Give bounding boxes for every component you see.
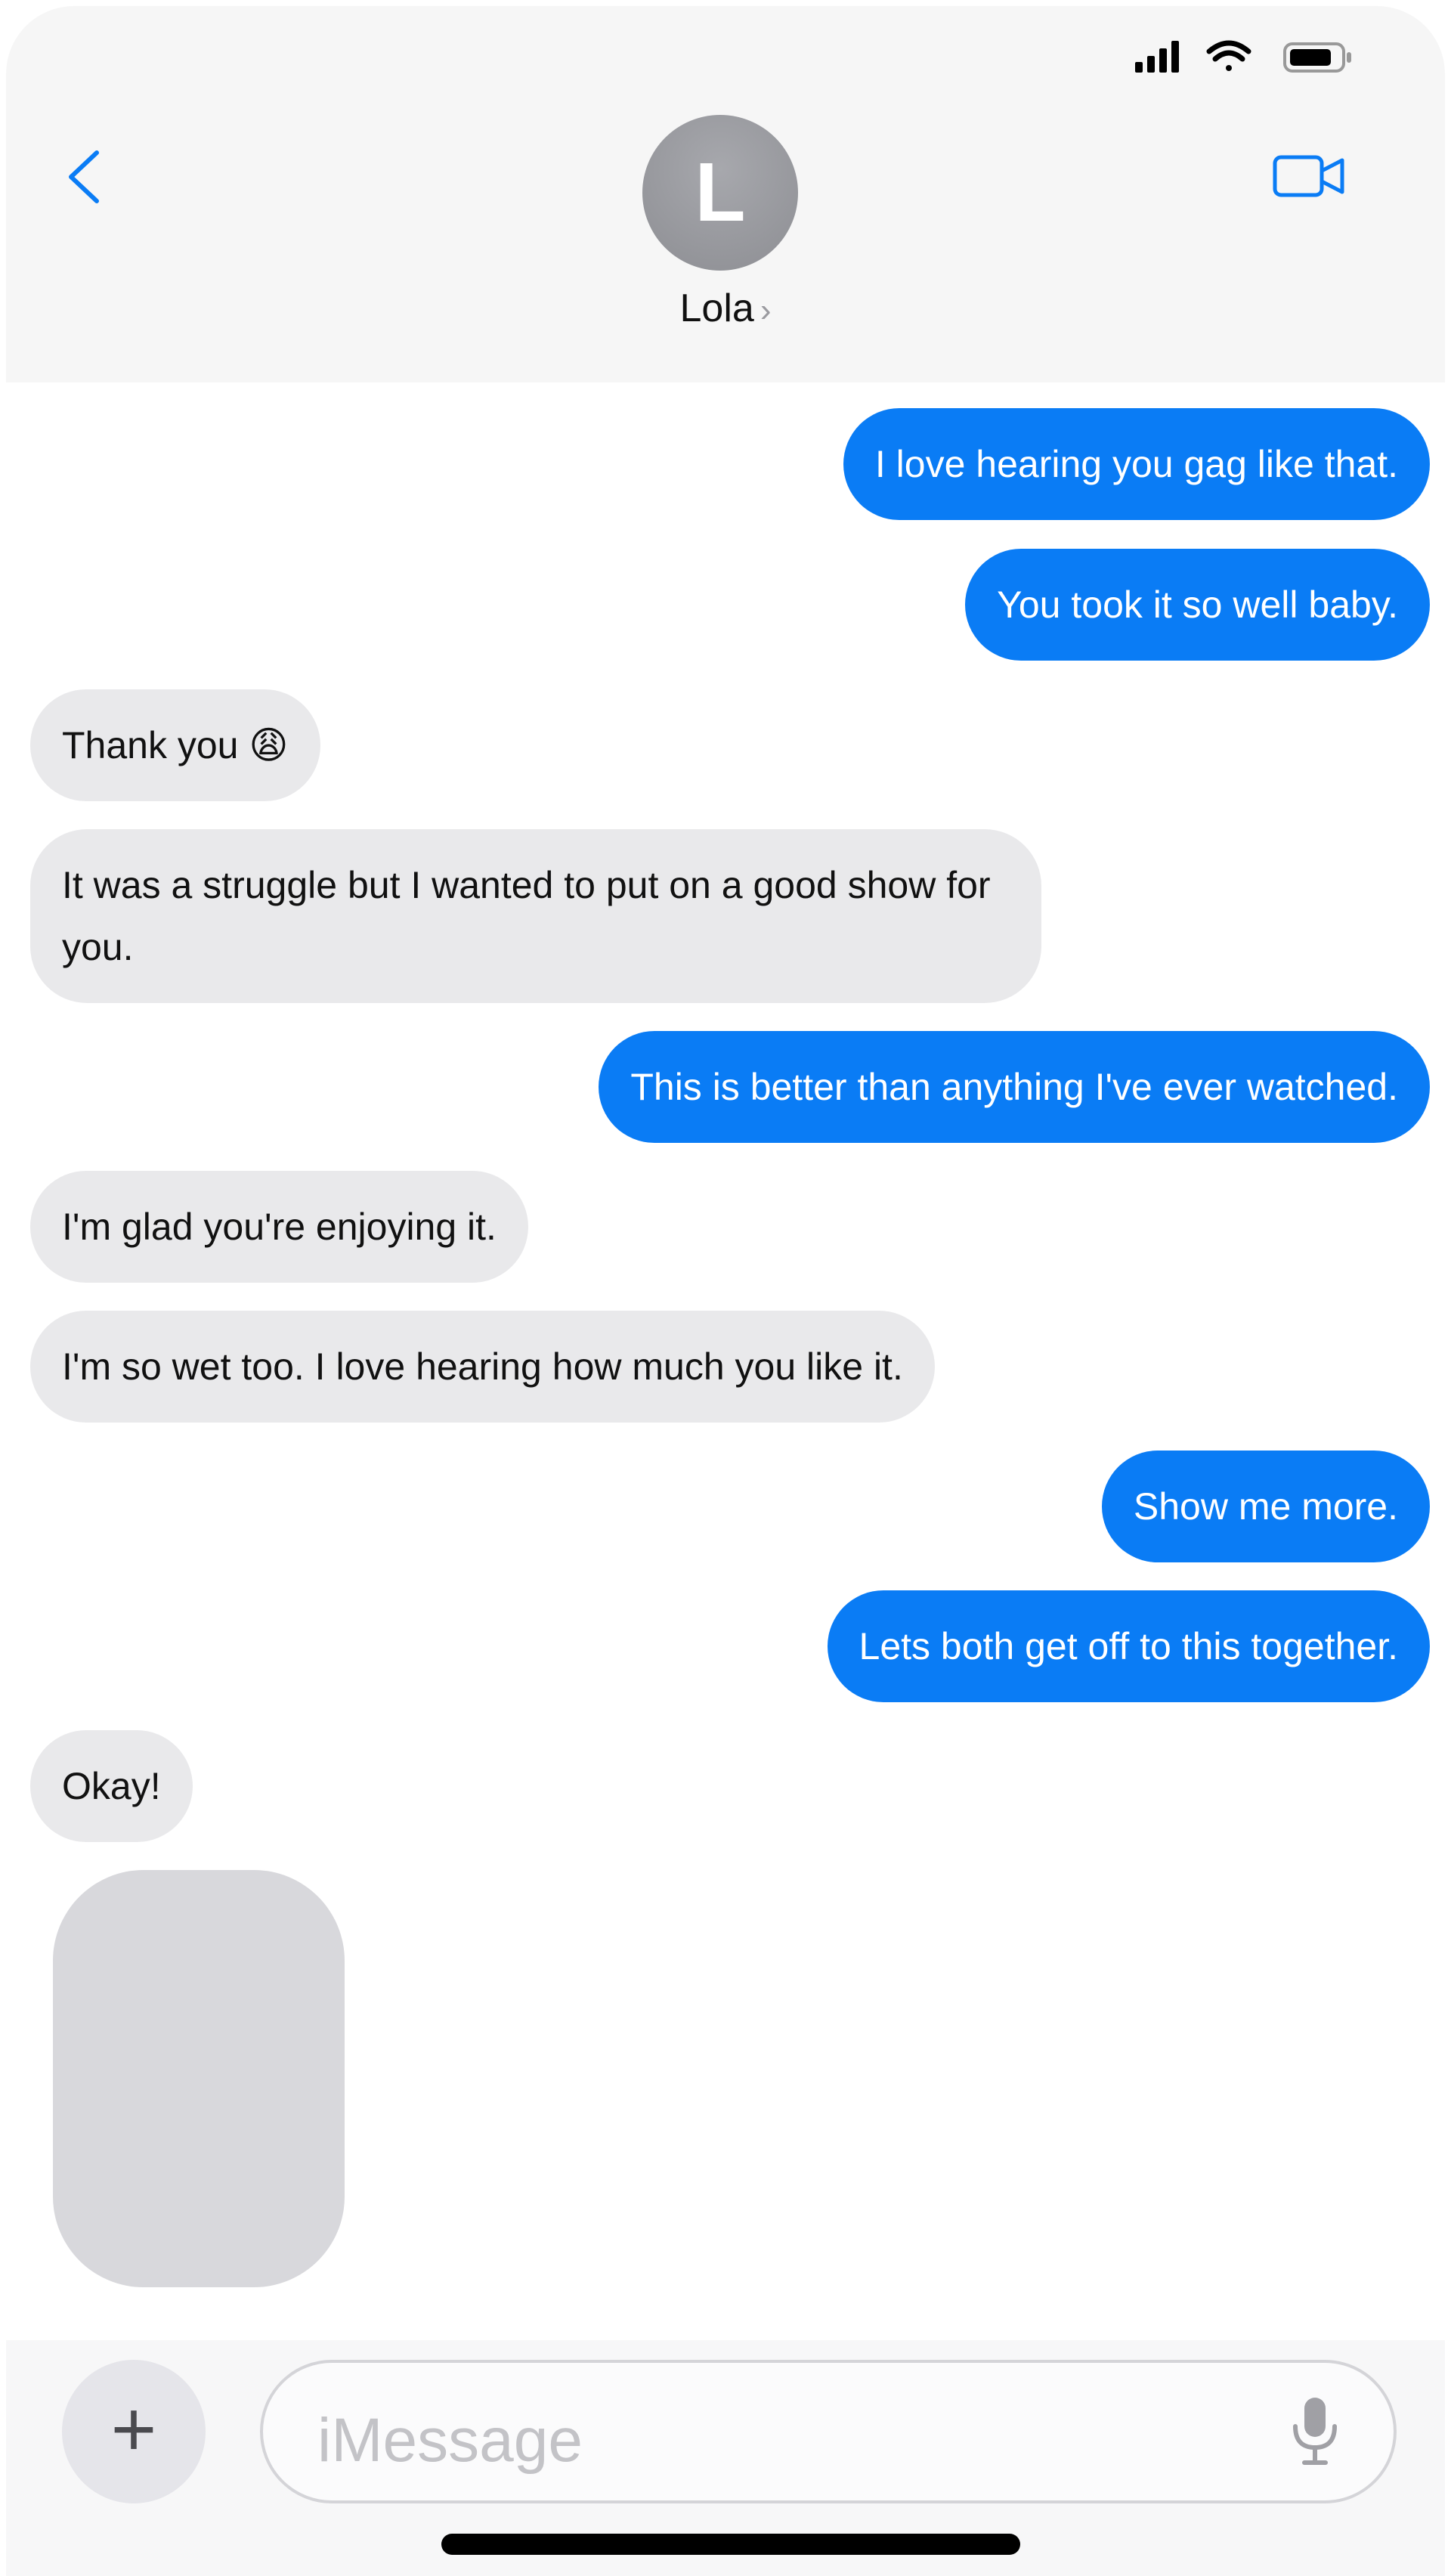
message-bubble-outgoing[interactable]: This is better than anything I've ever w…	[599, 1031, 1430, 1143]
message-bubble-outgoing[interactable]: I love hearing you gag like that.	[843, 408, 1430, 520]
messages-screen: L Lola › I love hearing you gag like that…	[0, 0, 1451, 2576]
status-bar	[1135, 40, 1351, 73]
wifi-icon	[1206, 40, 1251, 71]
image-attachment[interactable]	[53, 1870, 345, 2287]
message-bubble-outgoing[interactable]: Show me more.	[1101, 1451, 1430, 1562]
plus-button[interactable]: +	[62, 2360, 206, 2503]
message-bubble-outgoing[interactable]: Lets both get off to this together.	[827, 1590, 1430, 1702]
back-chevron-icon[interactable]	[65, 147, 110, 207]
message-bubble-outgoing[interactable]: You took it so well baby.	[965, 549, 1430, 661]
home-indicator[interactable]	[441, 2534, 1020, 2555]
message-bubble-incoming[interactable]: It was a struggle but I wanted to put on…	[30, 829, 1041, 1003]
cellular-signal-icon	[1135, 41, 1179, 73]
contact-name[interactable]: Lola ›	[6, 286, 1445, 331]
message-input-placeholder: iMessage	[317, 2406, 583, 2475]
avatar[interactable]: L	[642, 115, 798, 271]
message-bubble-incoming[interactable]: Thank you 😩	[30, 689, 320, 801]
message-bubble-incoming[interactable]: I'm glad you're enjoying it.	[30, 1171, 528, 1283]
message-bubble-incoming[interactable]: Okay!	[30, 1730, 193, 1842]
video-call-icon[interactable]	[1273, 153, 1345, 200]
battery-icon	[1283, 42, 1351, 73]
contact-name-label: Lola	[679, 286, 754, 330]
message-input[interactable]: iMessage	[260, 2360, 1397, 2503]
microphone-icon[interactable]	[1285, 2393, 1345, 2469]
chevron-right-icon: ›	[760, 292, 772, 329]
conversation-header: L Lola ›	[6, 6, 1445, 382]
message-bubble-incoming[interactable]: I'm so wet too. I love hearing how much …	[30, 1311, 935, 1423]
